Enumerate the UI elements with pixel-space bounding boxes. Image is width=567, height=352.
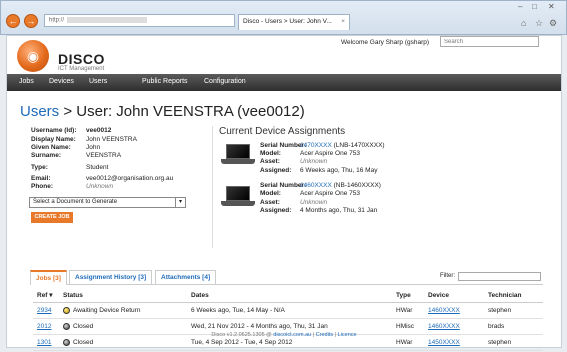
status-dot-icon [63, 338, 70, 346]
technician-cell: stephen [484, 302, 543, 319]
device-2-asset-row: Asset: Unknown [260, 199, 328, 206]
footer-site-link[interactable]: discoict.com.au [273, 332, 311, 338]
tab-title: Disco - Users > User: John V... [243, 18, 332, 25]
device-2-assigned-row: Assigned: 4 Months ago, Thu, 31 Jan [260, 207, 378, 214]
disco-logo-icon: ◉ [17, 40, 49, 72]
browser-chrome: ← → http:// Disco - Users > User: John V… [0, 0, 567, 35]
chevron-down-icon[interactable]: ▾ [175, 198, 185, 207]
divider [212, 126, 213, 248]
nav-users[interactable]: Users [89, 78, 107, 85]
username-value: vee0012 [86, 127, 112, 134]
email-row: Email: vee0012@organisation.org.au [31, 175, 174, 182]
address-text: http:// [49, 17, 65, 24]
table-header-row: Ref ▾ Status Dates Type Device Technicia… [33, 288, 543, 303]
nav-jobs[interactable]: Jobs [19, 78, 34, 85]
footer: Disco v1.2.0625.1305 @ discoict.com.au |… [211, 332, 357, 338]
col-device[interactable]: Device [424, 288, 484, 303]
dates-cell: 6 Weeks ago, Tue, 14 May - N/A [187, 302, 392, 319]
surname-row: Surname: VEENSTRA [31, 152, 122, 159]
type-value: Student [86, 164, 109, 171]
email-value: vee0012@organisation.org.au [86, 175, 174, 182]
minimize-icon[interactable]: ‒ [518, 2, 522, 11]
device-2-serial-link[interactable]: 1460XXXX [300, 182, 332, 189]
back-icon[interactable]: ← [6, 14, 20, 28]
display-name-row: Display Name: John VEENSTRA [31, 136, 137, 143]
device-2-serial-row: Serial Number:1460XXXX (NB-1460XXXX) [260, 182, 381, 189]
welcome-text: Welcome Gary Sharp (gsharp) [341, 39, 430, 46]
jobs-table: Ref ▾ Status Dates Type Device Technicia… [33, 288, 543, 351]
job-ref-link[interactable]: 2934 [37, 307, 51, 314]
filter-label: Filter: [440, 273, 455, 279]
phone-value: Unknown [86, 183, 114, 190]
create-job-button[interactable]: CREATE JOB [31, 212, 73, 223]
browser-tab[interactable]: Disco - Users > User: John V... × [238, 14, 350, 30]
col-status[interactable]: Status [59, 288, 187, 303]
tab-jobs[interactable]: Jobs [3] [30, 270, 67, 285]
given-name-row: Given Name: John [31, 144, 101, 151]
tab-strip-line [30, 284, 543, 285]
page-title: Users > User: John VEENSTRA (vee0012) [20, 103, 305, 120]
tab-close-icon[interactable]: × [341, 18, 345, 25]
username-row: Username (Id): vee0012 [31, 127, 112, 134]
nav-devices[interactable]: Devices [49, 78, 74, 85]
nav-configuration[interactable]: Configuration [204, 78, 246, 85]
device-1-assigned-row: Assigned: 6 Weeks ago, Thu, 16 May [260, 167, 378, 174]
forward-icon[interactable]: → [24, 14, 38, 28]
device-1-serial-row: Serial Number:1470XXXX (LNB-1470XXXX) [260, 142, 385, 149]
brand-subtitle: ICT Management [58, 66, 105, 72]
close-window-icon[interactable]: ✕ [548, 2, 555, 11]
col-dates[interactable]: Dates [187, 288, 392, 303]
device-2-model-row: Model: Acer Aspire One 753 [260, 190, 360, 197]
page-content: ◉ DISCO ICT Management Welcome Gary Shar… [6, 35, 562, 351]
breadcrumb-users-link[interactable]: Users [20, 103, 59, 120]
footer-version: Disco v1.2.0625.1305 @ [211, 332, 272, 338]
nav-public-reports[interactable]: Public Reports [142, 78, 188, 85]
laptop-icon [221, 186, 255, 210]
device-1-asset-row: Asset: Unknown [260, 158, 328, 165]
status-dot-icon [63, 306, 70, 314]
col-technician[interactable]: Technician [484, 288, 543, 303]
type-row: Type: Student [31, 164, 109, 171]
favorites-icon[interactable]: ☆ [535, 18, 543, 29]
footer-credits-link[interactable]: Credits [316, 332, 333, 338]
status-dot-icon [63, 322, 70, 330]
job-ref-link[interactable]: 1301 [37, 339, 51, 346]
assignments-title: Current Device Assignments [219, 126, 346, 137]
settings-icon[interactable]: ⚙ [549, 18, 557, 29]
status-text: Awaiting Device Return [73, 307, 141, 315]
sort-icon: ▾ [49, 292, 53, 299]
laptop-icon [221, 144, 255, 168]
device-1-model-row: Model: Acer Aspire One 753 [260, 150, 360, 157]
footer-licence-link[interactable]: Licence [338, 332, 357, 338]
breadcrumb-separator: > [63, 103, 73, 120]
main-nav: Jobs Devices Users Public Reports Config… [7, 74, 561, 91]
tab-assignment-history[interactable]: Assignment History [3] [69, 270, 153, 284]
surname-value: VEENSTRA [86, 152, 122, 159]
status-text: Closed [73, 323, 94, 331]
tab-attachments[interactable]: Attachments [4] [155, 270, 217, 284]
maximize-icon[interactable]: □ [532, 2, 537, 11]
given-name-value: John [86, 144, 101, 151]
type-cell: HWar [392, 302, 424, 319]
phone-row: Phone: Unknown [31, 183, 114, 190]
table-row[interactable]: 2934 Awaiting Device Return 6 Weeks ago,… [33, 302, 543, 319]
col-ref[interactable]: Ref ▾ [33, 288, 59, 303]
home-icon[interactable]: ⌂ [521, 18, 526, 28]
device-link[interactable]: 1460XXXX [428, 307, 460, 314]
document-select[interactable]: Select a Document to Generate ▾ [29, 197, 186, 208]
address-bar[interactable]: http:// [44, 14, 235, 27]
job-ref-link[interactable]: 2012 [37, 323, 51, 330]
device-link[interactable]: 1460XXXX [428, 323, 460, 330]
search-input[interactable] [440, 36, 539, 47]
brand-title: DISCO [58, 51, 105, 67]
status-text: Closed [73, 339, 94, 347]
filter-input[interactable] [458, 272, 541, 281]
device-1-serial-link[interactable]: 1470XXXX [300, 142, 332, 149]
user-title: User: John VEENSTRA (vee0012) [76, 103, 305, 120]
col-type[interactable]: Type [392, 288, 424, 303]
display-name-value: John VEENSTRA [86, 136, 137, 143]
address-redacted [67, 17, 148, 23]
device-link[interactable]: 1450XXXX [428, 339, 460, 346]
